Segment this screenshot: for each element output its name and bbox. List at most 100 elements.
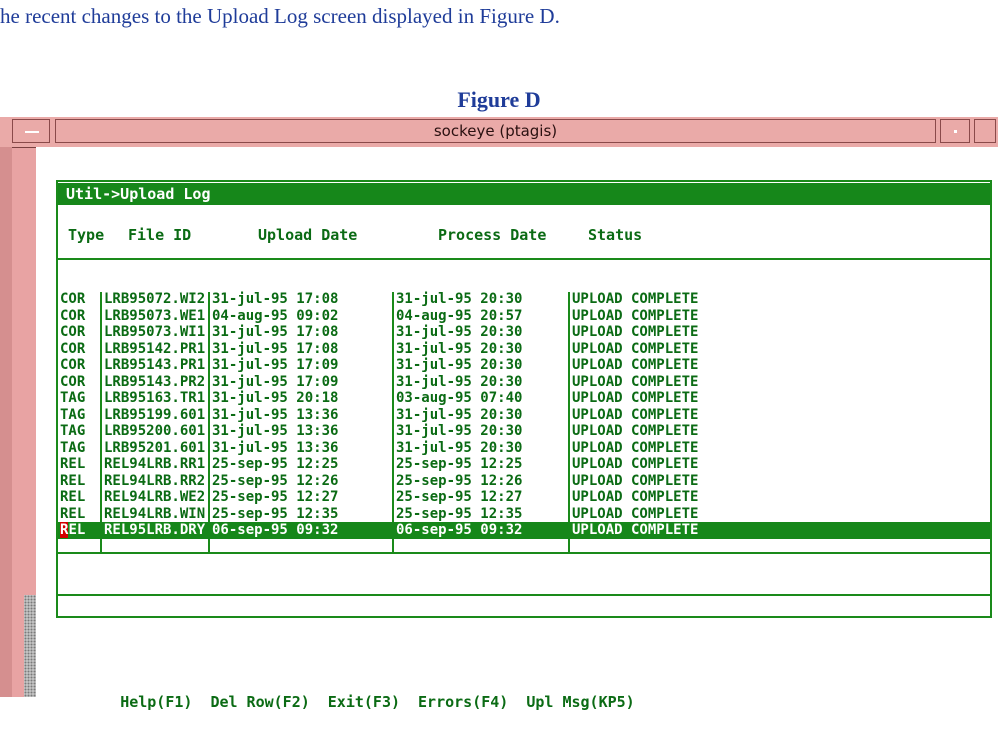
table-row[interactable]: REL REL94LRB.WIN 25-sep-95 12:35 25-sep-95 … bbox=[58, 506, 990, 523]
row-type: TAG bbox=[60, 406, 86, 423]
figure-caption: Figure D bbox=[457, 87, 541, 112]
row-file-id: LRB95163.TR1 bbox=[104, 390, 206, 406]
table-row[interactable]: TAG LRB95163.TR1 31-jul-95 20:18 03-aug-95 … bbox=[58, 390, 990, 407]
row-upload-date: 31-jul-95 17:08 bbox=[212, 340, 339, 357]
upload-log-table: COR LRB95072.WI2 31-jul-95 17:08 31-jul-95 … bbox=[58, 291, 990, 539]
row-process-date: 31-jul-95 20:30 bbox=[396, 423, 523, 439]
row-process-date: 31-jul-95 20:30 bbox=[396, 373, 523, 390]
row-upload-date: 31-jul-95 13:36 bbox=[212, 423, 339, 439]
row-process-date: 25-sep-95 12:35 bbox=[396, 505, 523, 522]
row-type: COR bbox=[60, 324, 86, 340]
row-upload-date: 31-jul-95 13:36 bbox=[212, 439, 339, 456]
row-upload-date: 31-jul-95 20:18 bbox=[212, 390, 339, 406]
table-row[interactable]: TAG LRB95201.601 31-jul-95 13:36 31-jul-95 … bbox=[58, 440, 990, 457]
screen-header-label: Util->Upload Log bbox=[66, 185, 211, 203]
header-rule bbox=[58, 258, 990, 260]
window-left-border bbox=[0, 147, 12, 697]
minimize-icon bbox=[954, 130, 957, 133]
resize-grip[interactable] bbox=[24, 595, 36, 697]
row-type: REL bbox=[60, 456, 86, 472]
window-menu-button[interactable] bbox=[12, 119, 50, 143]
window-title[interactable]: sockeye (ptagis) bbox=[55, 119, 936, 143]
table-row[interactable]: REL REL94LRB.RR2 25-sep-95 12:26 25-sep-95 … bbox=[58, 473, 990, 490]
row-upload-date: 25-sep-95 12:35 bbox=[212, 505, 339, 522]
exit-key[interactable]: Exit(F3) bbox=[328, 693, 400, 711]
row-upload-date: 25-sep-95 12:26 bbox=[212, 472, 339, 489]
row-process-date: 31-jul-95 20:30 bbox=[396, 439, 523, 456]
function-key-bar: Help(F1) Del Row(F2) Exit(F3) Errors(F4) Upl… bbox=[66, 672, 653, 732]
row-upload-date: 25-sep-95 12:25 bbox=[212, 456, 339, 472]
row-status: UPLOAD COMPLETE bbox=[572, 340, 699, 357]
table-row[interactable]: REL REL95LRB.DRY 06-sep-95 09:32 06-sep-95 … bbox=[58, 522, 990, 539]
row-upload-date: 06-sep-95 09:32 bbox=[212, 522, 339, 538]
row-type: COR bbox=[60, 307, 86, 324]
table-row[interactable]: COR LRB95143.PR1 31-jul-95 17:09 31-jul-95 … bbox=[58, 357, 990, 374]
row-type: REL bbox=[60, 522, 85, 539]
row-type: TAG bbox=[60, 390, 86, 406]
row-status: UPLOAD COMPLETE bbox=[572, 373, 699, 390]
row-status: UPLOAD COMPLETE bbox=[572, 439, 699, 456]
row-process-date: 31-jul-95 20:30 bbox=[396, 291, 523, 307]
row-file-id: REL94LRB.RR1 bbox=[104, 456, 206, 472]
terminal-window: sockeye (ptagis) Util->Upload Log Type F… bbox=[0, 117, 998, 711]
window-titlebar[interactable]: sockeye (ptagis) bbox=[0, 117, 998, 148]
row-type: REL bbox=[60, 489, 86, 505]
table-row[interactable]: COR LRB95073.WI1 31-jul-95 17:08 31-jul-95 … bbox=[58, 324, 990, 341]
delete-row-key[interactable]: Del Row(F2) bbox=[210, 693, 309, 711]
row-status: UPLOAD COMPLETE bbox=[572, 357, 699, 373]
intro-text: he recent changes to the Upload Log scre… bbox=[0, 4, 560, 28]
col-file-id: File ID bbox=[128, 226, 192, 244]
row-process-date: 04-aug-95 20:57 bbox=[396, 307, 523, 324]
row-process-date: 31-jul-95 20:30 bbox=[396, 324, 523, 340]
row-file-id: LRB95201.601 bbox=[104, 439, 206, 456]
table-row[interactable]: COR LRB95072.WI2 31-jul-95 17:08 31-jul-95 … bbox=[58, 291, 990, 308]
row-process-date: 25-sep-95 12:25 bbox=[396, 456, 523, 472]
row-type: TAG bbox=[60, 423, 86, 439]
table-row[interactable]: REL REL94LRB.RR1 25-sep-95 12:25 25-sep-95 … bbox=[58, 456, 990, 473]
errors-key[interactable]: Errors(F4) bbox=[418, 693, 508, 711]
row-file-id: LRB95200.601 bbox=[104, 423, 206, 439]
table-row[interactable]: COR LRB95073.WE1 04-aug-95 09:02 04-aug-95 … bbox=[58, 308, 990, 325]
row-file-id: REL95LRB.DRY bbox=[104, 522, 206, 538]
table-row[interactable]: COR LRB95142.PR1 31-jul-95 17:08 31-jul-95 … bbox=[58, 341, 990, 358]
row-type: TAG bbox=[60, 439, 86, 456]
row-status: UPLOAD COMPLETE bbox=[572, 472, 699, 489]
row-type-rest: EL bbox=[68, 522, 86, 538]
row-type: REL bbox=[60, 505, 86, 522]
row-file-id: LRB95073.WE1 bbox=[104, 307, 206, 324]
row-type: COR bbox=[60, 340, 86, 357]
row-status: UPLOAD COMPLETE bbox=[572, 291, 699, 307]
help-key[interactable]: Help(F1) bbox=[120, 693, 192, 711]
terminal-screen[interactable]: Util->Upload Log Type File ID Upload Dat… bbox=[36, 147, 998, 711]
row-status: UPLOAD COMPLETE bbox=[572, 522, 699, 538]
row-status: UPLOAD COMPLETE bbox=[572, 406, 699, 423]
col-upload-date: Upload Date bbox=[258, 226, 358, 244]
upload-message-key[interactable]: Upl Msg(KP5) bbox=[526, 693, 634, 711]
row-file-id: LRB95143.PR1 bbox=[104, 357, 206, 373]
row-status: UPLOAD COMPLETE bbox=[572, 505, 699, 522]
row-upload-date: 04-aug-95 09:02 bbox=[212, 307, 339, 324]
table-row[interactable]: TAG LRB95199.601 31-jul-95 13:36 31-jul-95 … bbox=[58, 407, 990, 424]
row-file-id: REL94LRB.WE2 bbox=[104, 489, 206, 505]
maximize-button[interactable] bbox=[974, 119, 996, 143]
menu-dash-icon bbox=[25, 131, 39, 133]
row-upload-date: 31-jul-95 13:36 bbox=[212, 406, 339, 423]
row-type: COR bbox=[60, 291, 86, 307]
row-process-date: 06-sep-95 09:32 bbox=[396, 522, 523, 538]
table-row[interactable]: COR LRB95143.PR2 31-jul-95 17:09 31-jul-95 … bbox=[58, 374, 990, 391]
minimize-button[interactable] bbox=[940, 119, 970, 143]
row-upload-date: 25-sep-95 12:27 bbox=[212, 489, 339, 505]
row-status: UPLOAD COMPLETE bbox=[572, 423, 699, 439]
row-type: REL bbox=[60, 472, 86, 489]
row-process-date: 31-jul-95 20:30 bbox=[396, 357, 523, 373]
row-upload-date: 31-jul-95 17:09 bbox=[212, 357, 339, 373]
message-line-rule bbox=[58, 594, 990, 596]
table-row[interactable]: TAG LRB95200.601 31-jul-95 13:36 31-jul-95 … bbox=[58, 423, 990, 440]
row-file-id: LRB95072.WI2 bbox=[104, 291, 206, 307]
row-status: UPLOAD COMPLETE bbox=[572, 307, 699, 324]
table-row[interactable]: REL REL94LRB.WE2 25-sep-95 12:27 25-sep-95 … bbox=[58, 489, 990, 506]
row-process-date: 31-jul-95 20:30 bbox=[396, 340, 523, 357]
table-bottom-rule bbox=[58, 552, 990, 554]
row-file-id: LRB95073.WI1 bbox=[104, 324, 206, 340]
col-process-date: Process Date bbox=[438, 226, 547, 244]
